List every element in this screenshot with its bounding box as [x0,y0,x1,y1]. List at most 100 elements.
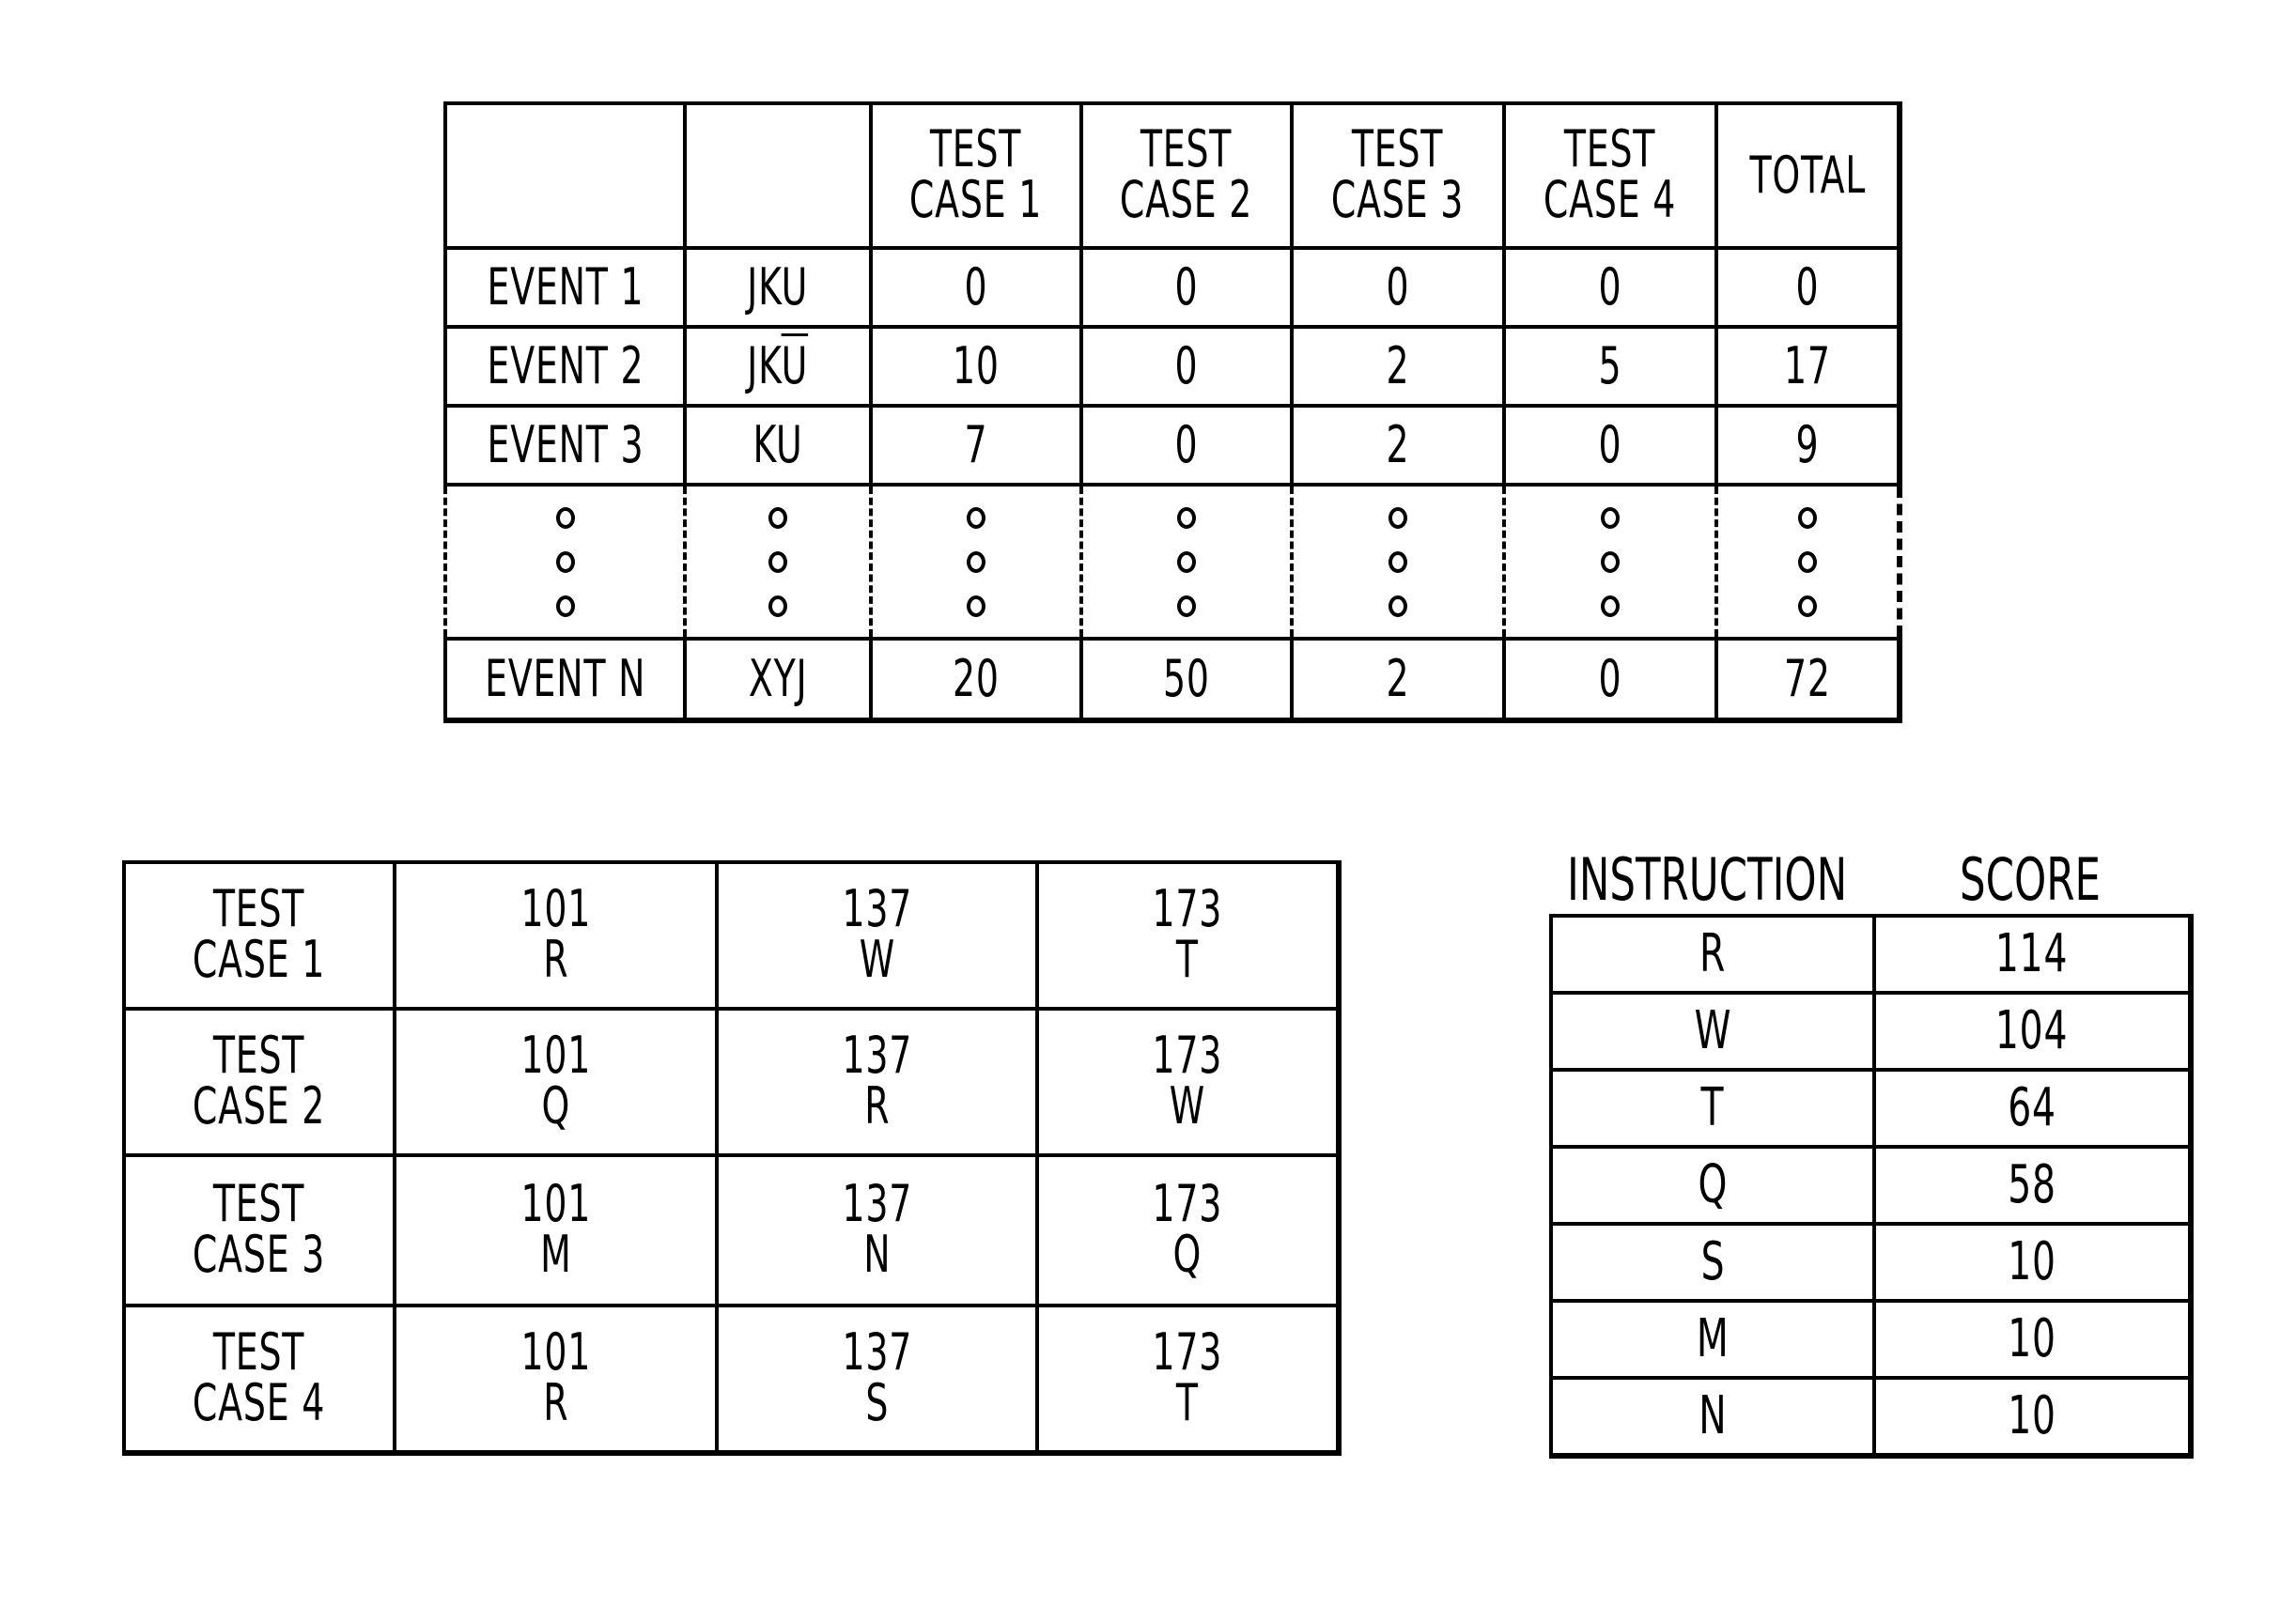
instruction-value: S [1700,1230,1725,1292]
ellipsis-row [443,483,1902,641]
score-cell: 10 [1872,1222,2194,1303]
count-value: 2 [1386,648,1410,708]
score-column-heading: SCORE [1960,845,2101,914]
test-case-label: TEST CASE 1 [193,879,326,990]
table-row: M 10 [1549,1299,2194,1380]
instruction-value: W [859,930,895,990]
instruction-value: R [863,1076,891,1136]
count-value: 10 [953,335,1000,395]
vertical-ellipsis-icon [1294,506,1502,617]
event-code: JKU [747,256,809,317]
count-value: 2 [1386,335,1410,395]
count-value: 2 [1386,414,1410,474]
table-row: TEST CASE 3 101 M 137 N 173 Q [122,1153,1342,1307]
instruction-cell: T [1549,1068,1876,1149]
score-cell: 114 [1872,914,2194,995]
count-value: 0 [1174,414,1199,474]
instruction-value: Q [1172,1225,1202,1285]
count-value: 0 [1598,256,1622,317]
instruction-cell: 101 M [393,1153,719,1307]
score-value: 64 [2008,1076,2056,1138]
count-cell: 2 [1290,325,1506,408]
header-cell-blank-code [683,101,873,250]
test-case-label-cell: TEST CASE 2 [122,1007,396,1157]
instruction-value: T [1176,1373,1199,1433]
instruction-cell: 173 Q [1035,1153,1342,1307]
vertical-ellipsis-icon [1718,506,1897,617]
instruction-cell: 173 T [1035,860,1342,1011]
count-value: 50 [1163,648,1210,708]
table-row: S 10 [1549,1222,2194,1303]
instruction-value: R [1699,922,1727,984]
count-cell: 0 [1502,246,1718,329]
instruction-cell: 173 T [1035,1304,1342,1456]
total-cell: 17 [1714,325,1902,408]
event-label: EVENT 1 [487,256,644,317]
vertical-ellipsis-icon [687,506,869,617]
event-label-cell: EVENT 1 [443,246,687,329]
score-cell: 10 [1872,1376,2194,1459]
total-value: 9 [1795,414,1820,474]
instruction-value: N [862,1225,892,1285]
event-label: EVENT 3 [487,414,644,474]
instruction-cell: 137 W [715,860,1039,1011]
event-label-cell: EVENT N [443,637,687,723]
event-code-cell: XYJ [683,637,873,723]
table-row: EVENT 3 KU 7 0 2 0 9 [443,404,1902,487]
header-cell-blank-event [443,101,687,250]
instruction-column-heading: INSTRUCTION [1567,845,1848,914]
total-cell: 9 [1714,404,1902,487]
ellipsis-cell [683,483,873,641]
instruction-cell: 101 Q [393,1007,719,1157]
count-value: 0 [1598,414,1622,474]
test-case-label: TEST CASE 3 [193,1174,326,1285]
instruction-value: Q [1698,1153,1728,1215]
count-cell: 2 [1290,404,1506,487]
event-test-case-table: TEST CASE 1 TEST CASE 2 TEST CASE 3 TEST… [443,101,1902,723]
header-row: TEST CASE 1 TEST CASE 2 TEST CASE 3 TEST… [443,101,1902,250]
count-cell: 5 [1502,325,1718,408]
instruction-value: M [539,1225,572,1285]
header-label: TEST CASE 1 [909,119,1043,230]
event-label: EVENT 2 [487,335,644,395]
event-code: XYJ [748,648,808,708]
instruction-cell: M [1549,1299,1876,1380]
table-row: TEST CASE 2 101 Q 137 R 173 W [122,1007,1342,1157]
event-label-cell: EVENT 2 [443,325,687,408]
event-label-cell: EVENT 3 [443,404,687,487]
count-cell: 10 [869,325,1083,408]
vertical-ellipsis-icon [873,506,1079,617]
ellipsis-cell [1290,483,1506,641]
score-value: 104 [1995,999,2069,1061]
ellipsis-cell [1502,483,1718,641]
instruction-value: T [1176,930,1199,990]
header-cell-test-case-4: TEST CASE 4 [1502,101,1718,250]
test-case-label-cell: TEST CASE 1 [122,860,396,1011]
header-label: TEST CASE 3 [1331,119,1465,230]
table-row: TEST CASE 1 101 R 137 W 173 T [122,860,1342,1011]
ellipsis-cell [1714,483,1902,641]
header-label: TOTAL [1749,145,1866,205]
event-code: JK [747,335,782,395]
table-row-last: EVENT N XYJ 20 50 2 0 72 [443,637,1902,723]
count-value: 5 [1598,335,1622,395]
count-cell: 20 [869,637,1083,723]
instruction-value: T [1700,1076,1725,1138]
score-cell: 104 [1872,991,2194,1072]
instruction-value: W [1169,1076,1206,1136]
test-case-label-cell: TEST CASE 4 [122,1304,396,1456]
table-row: EVENT 2 JKU 10 0 2 5 17 [443,325,1902,408]
instruction-cell: 137 N [715,1153,1039,1307]
count-value: 20 [953,648,1000,708]
score-value: 10 [2008,1307,2056,1369]
event-code-cell: JKU [683,246,873,329]
instruction-value: S [865,1373,889,1433]
score-value: 10 [2008,1230,2056,1292]
event-label: EVENT N [484,648,646,708]
score-cell: 64 [1872,1068,2194,1149]
total-value: 17 [1784,335,1831,395]
header-cell-total: TOTAL [1714,101,1902,250]
table-row: T 64 [1549,1068,2194,1149]
instruction-cell: 137 R [715,1007,1039,1157]
event-code-complement: U [781,335,809,395]
